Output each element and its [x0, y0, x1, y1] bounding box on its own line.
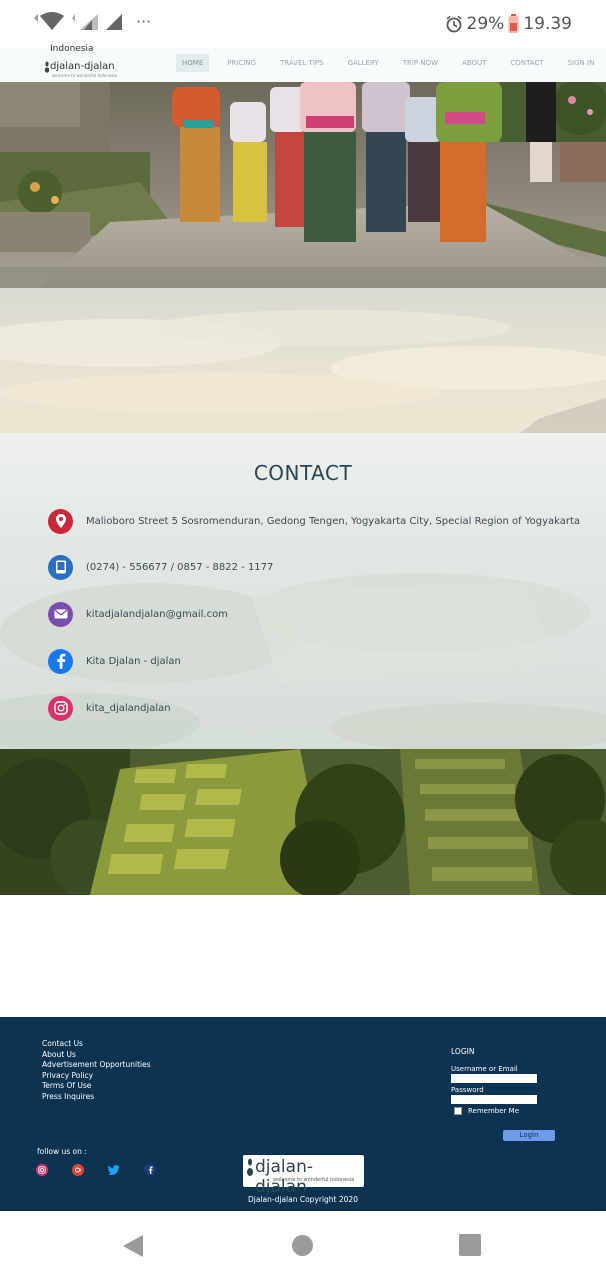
nav-pricing[interactable]: PRICING [221, 54, 262, 72]
footer-link-about-us[interactable]: About Us [42, 1050, 151, 1061]
login-title: LOGIN [451, 1047, 475, 1056]
login-form: LOGIN Username or Email Password Remembe… [451, 1047, 561, 1141]
footer-link-contact-us[interactable]: Contact Us [42, 1039, 151, 1050]
status-left: ··· [32, 12, 151, 32]
contact-address-text: Malioboro Street 5 Sosromenduran, Gedong… [86, 515, 581, 527]
footer-logo[interactable]: djalan-djalan welcome to wonderful Indon… [243, 1155, 364, 1197]
battery-percent: 29% [466, 14, 505, 34]
mail-icon [48, 601, 73, 627]
nav-contact[interactable]: CONTACT [504, 54, 549, 72]
nav-sign-in[interactable]: SIGN IN [562, 54, 601, 72]
remember-me[interactable]: Remember Me [454, 1107, 561, 1115]
contact-phone: (0274) - 556677 / 0857 - 8822 - 1177 [48, 554, 273, 580]
brand-logo[interactable]: Indonesia djalan-djalan welcome to wonde… [44, 44, 124, 78]
clock-time: 19.39 [523, 14, 572, 34]
nav-travel-tips[interactable]: TRAVEL TIPS [274, 54, 330, 72]
contact-title: CONTACT [253, 461, 353, 485]
remember-label: Remember Me [468, 1107, 519, 1115]
nav-home[interactable]: HOME [176, 54, 210, 72]
signal-2-icon [106, 14, 122, 30]
page: ··· 29% 19.39 Indonesia djalan-djalan we… [0, 0, 606, 1280]
contact-section: CONTACT Malioboro Street 5 Sosromenduran… [0, 433, 606, 749]
nav-gallery[interactable]: GALLERY [342, 54, 385, 72]
footer-link-advertisement[interactable]: Advertisement Opportunities [42, 1060, 151, 1071]
wifi-icon [34, 12, 64, 30]
brand-tagline: welcome to wonderful Indonesia [52, 73, 117, 78]
footer-link-press-inquires[interactable]: Press Inquires [42, 1092, 151, 1103]
contact-instagram-text[interactable]: kita_djalandjalan [86, 703, 171, 714]
navbar: Indonesia djalan-djalan welcome to wonde… [0, 44, 606, 82]
status-overflow: ··· [136, 12, 152, 31]
contact-address: Malioboro Street 5 Sosromenduran, Gedong… [48, 508, 580, 534]
alarm-clock-icon [446, 15, 462, 33]
contact-email: kitadjalandjalan@gmail.com [48, 601, 228, 627]
battery-low-icon [508, 14, 519, 33]
footer-link-terms-of-use[interactable]: Terms Of Use [42, 1081, 151, 1092]
username-input[interactable] [451, 1074, 537, 1083]
signal-1-icon [72, 14, 98, 30]
back-icon[interactable] [122, 1234, 144, 1258]
footprint-icon [247, 1158, 253, 1176]
status-bar: ··· 29% 19.39 [0, 0, 606, 48]
recent-apps-icon[interactable] [459, 1234, 481, 1256]
password-input[interactable] [451, 1095, 537, 1104]
footer-logo-tagline: welcome to wonderful Indonesia [273, 1177, 355, 1183]
brand-top-text: Indonesia [50, 44, 94, 54]
instagram-icon [48, 695, 73, 721]
facebook-icon [48, 648, 73, 674]
sky-image [0, 288, 606, 433]
nav-links: HOME PRICING TRAVEL TIPS GALLERY TRIP NO… [176, 54, 606, 72]
rice-fields-image [0, 749, 606, 895]
location-pin-icon [48, 508, 73, 534]
footer-link-privacy-policy[interactable]: Privacy Policy [42, 1071, 151, 1082]
google-plus-icon[interactable] [72, 1164, 84, 1176]
nav-about[interactable]: ABOUT [456, 54, 492, 72]
contact-email-text[interactable]: kitadjalandjalan@gmail.com [86, 609, 228, 620]
phone-icon [48, 554, 73, 580]
home-icon[interactable] [292, 1235, 313, 1256]
footer: Contact Us About Us Advertisement Opport… [0, 1017, 606, 1211]
username-label: Username or Email [451, 1065, 518, 1073]
instagram-icon[interactable] [36, 1164, 48, 1176]
twitter-icon[interactable] [108, 1164, 120, 1176]
status-right: 29% 19.39 [445, 14, 572, 34]
contact-phone-text: (0274) - 556677 / 0857 - 8822 - 1177 [86, 561, 274, 573]
contact-facebook: Kita Djalan - djalan [48, 648, 181, 674]
social-icons [36, 1164, 156, 1176]
hero-image [0, 82, 606, 288]
nav-trip-now[interactable]: TRIP NOW [397, 54, 444, 72]
contact-facebook-text[interactable]: Kita Djalan - djalan [86, 656, 181, 667]
remember-checkbox[interactable] [454, 1107, 462, 1115]
follow-label: follow us on : [37, 1147, 87, 1156]
android-nav-bar [0, 1211, 606, 1280]
login-button[interactable]: Login [503, 1130, 555, 1141]
copyright: Djalan-djalan Copyright 2020 [248, 1195, 358, 1204]
facebook-icon[interactable] [144, 1164, 156, 1176]
footer-links: Contact Us About Us Advertisement Opport… [42, 1039, 151, 1103]
password-label: Password [451, 1086, 484, 1094]
contact-instagram: kita_djalandjalan [48, 695, 171, 721]
brand-name: djalan-djalan [50, 61, 115, 72]
